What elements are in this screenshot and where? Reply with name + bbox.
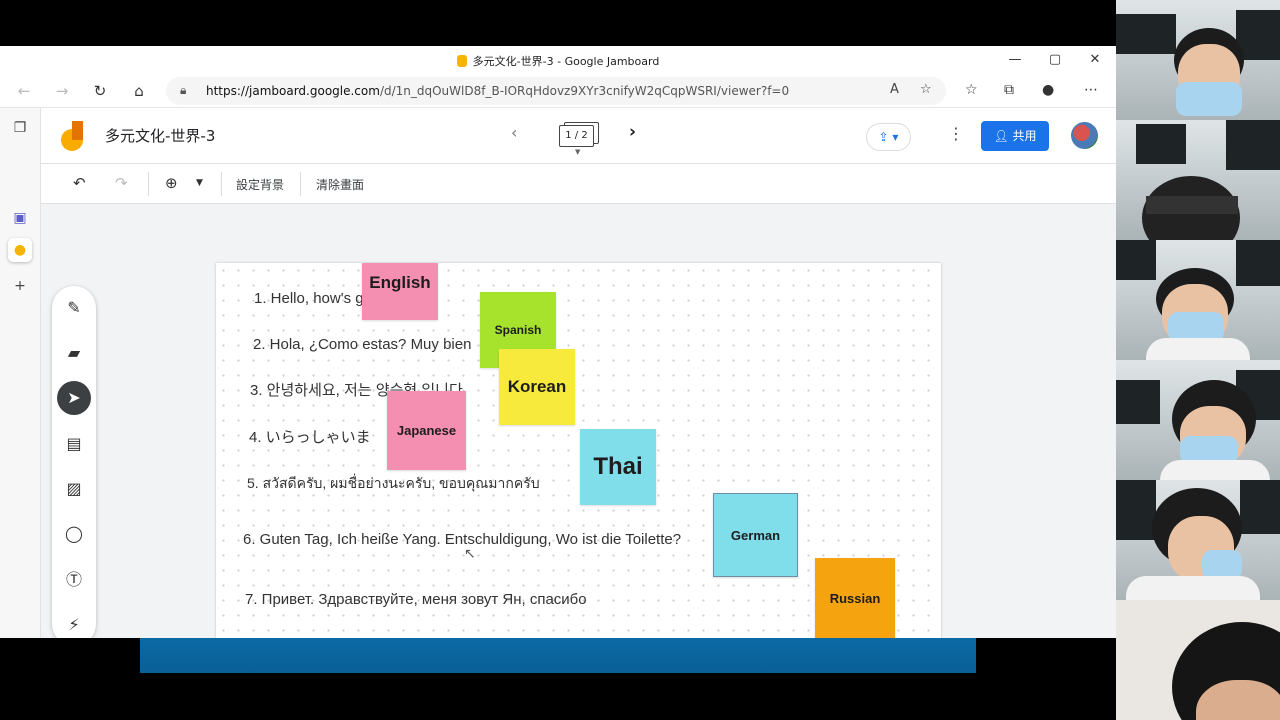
laser-icon[interactable]: ⚡︎ xyxy=(57,608,91,638)
pen-icon[interactable]: ✎ xyxy=(57,291,91,325)
frame-bar-button[interactable]: 1 / 2 ▼ xyxy=(559,122,599,156)
chevron-down-icon: ▼ xyxy=(575,148,581,156)
favorites-icon[interactable]: ☆ xyxy=(965,82,978,98)
jamboard-header: 多元文化-世界-3 ‹ 1 / 2 ▼ › ⇪ ▾ ⋮ 👤︎ 共用 xyxy=(41,108,1116,164)
close-window-button[interactable]: ✕ xyxy=(1080,50,1110,70)
clear-frame-button[interactable]: 清除畫面 xyxy=(316,176,364,193)
participant-video-3 xyxy=(1116,240,1280,360)
zoom-in-icon[interactable]: ⊕ xyxy=(165,174,178,192)
address-bar: ← → ↻ ⌂ 🔒︎ https://jamboard.google.com/d… xyxy=(0,74,1116,108)
toolbar-divider xyxy=(221,172,222,196)
add-app-icon[interactable]: + xyxy=(8,274,32,298)
next-frame-icon[interactable]: › xyxy=(629,122,636,142)
back-icon[interactable]: ← xyxy=(12,80,36,102)
teams-icon[interactable]: ▣ xyxy=(8,206,32,230)
tab-actions-icon[interactable]: ❐ xyxy=(8,116,32,140)
participant-video-self xyxy=(1116,600,1280,720)
minimize-button[interactable]: — xyxy=(1000,50,1030,70)
page-indicator: 1 / 2 xyxy=(559,125,594,147)
more-options-icon[interactable]: ⋮ xyxy=(948,124,964,143)
refresh-icon[interactable]: ↻ xyxy=(88,80,112,102)
cast-icon: ⇪ ▾ xyxy=(878,130,899,144)
jamboard-logo-icon[interactable] xyxy=(61,121,85,151)
forward-icon[interactable]: → xyxy=(50,80,74,102)
eraser-icon[interactable]: ▰ xyxy=(57,336,91,370)
undo-icon[interactable]: ↶ xyxy=(73,174,86,192)
text-box-icon[interactable]: Ⓣ xyxy=(57,563,91,597)
sticky-note-icon[interactable]: ▤ xyxy=(57,427,91,461)
url-input[interactable]: 🔒︎ https://jamboard.google.com/d/1n_dqOu… xyxy=(166,77,946,105)
jamboard-app-icon[interactable]: ● xyxy=(8,238,32,262)
cast-button[interactable]: ⇪ ▾ xyxy=(866,123,911,151)
avatar[interactable] xyxy=(1071,122,1098,149)
url-text: https://jamboard.google.com/d/1n_dqOuWlD… xyxy=(206,84,790,98)
tool-palette: ✎ ▰ ➤ ▤ ▨ ◯ Ⓣ ⚡︎ xyxy=(52,286,96,638)
previous-frame-icon[interactable]: ‹ xyxy=(511,123,517,142)
toolbar-divider xyxy=(148,172,149,196)
maximize-button[interactable]: ▢ xyxy=(1040,50,1070,70)
participant-video-5 xyxy=(1116,480,1280,600)
redo-icon[interactable]: ↷ xyxy=(115,174,128,192)
sentence-japanese: 4. いらっしゃいま xyxy=(249,429,371,446)
person-icon: 👤︎ xyxy=(993,129,1013,143)
home-icon[interactable]: ⌂ xyxy=(127,80,151,102)
more-menu-icon[interactable]: ⋯ xyxy=(1084,82,1098,98)
jam-canvas[interactable]: 1. Hello, how's going on? 2. Hola, ¿Como… xyxy=(216,263,941,638)
set-background-button[interactable]: 設定背景 xyxy=(236,176,284,193)
sentence-spanish: 2. Hola, ¿Como estas? Muy bien xyxy=(253,336,472,353)
pointer-icon[interactable]: ➤ xyxy=(57,381,91,415)
zoom-dropdown-icon[interactable]: ▼ xyxy=(196,178,203,188)
collections-icon[interactable]: ⧉ xyxy=(1004,82,1014,98)
jam-toolbar: ↶ ↷ ⊕ ▼ 設定背景 清除畫面 xyxy=(41,164,1116,204)
lock-icon: 🔒︎ xyxy=(180,83,187,97)
jam-title[interactable]: 多元文化-世界-3 xyxy=(105,125,215,146)
sticky-note-russian[interactable]: Russian xyxy=(815,558,895,638)
sentence-german: 6. Guten Tag, Ich heiße Yang. Entschuldi… xyxy=(243,531,682,548)
jamboard-app: 多元文化-世界-3 ‹ 1 / 2 ▼ › ⇪ ▾ ⋮ 👤︎ 共用 ↶ ↷ ⊕ … xyxy=(41,108,1116,638)
sentence-thai: 5. สวัสดีครับ, ผมชื่อย่างนะครับ, ขอบคุณม… xyxy=(247,475,540,491)
edge-sidebar: ❐ ▣ ● + xyxy=(0,108,41,638)
toolbar-divider xyxy=(300,172,301,196)
sticky-note-japanese[interactable]: Japanese xyxy=(387,391,466,470)
sticky-note-english[interactable]: English xyxy=(362,263,438,320)
sticky-note-german[interactable]: German xyxy=(713,493,798,577)
sticky-note-thai[interactable]: Thai xyxy=(580,429,656,505)
share-button[interactable]: 👤︎ 共用 xyxy=(981,121,1049,151)
jamboard-favicon-icon xyxy=(456,55,467,67)
browser-window: 多元文化-世界-3 - Google Jamboard — ▢ ✕ ← → ↻ … xyxy=(0,46,1116,638)
read-aloud-icon[interactable]: A xyxy=(890,82,899,97)
window-title: 多元文化-世界-3 - Google Jamboard xyxy=(0,53,1116,69)
title-bar: 多元文化-世界-3 - Google Jamboard — ▢ ✕ xyxy=(0,46,1116,74)
participant-video-1 xyxy=(1116,0,1280,120)
image-icon[interactable]: ▨ xyxy=(57,472,91,506)
sticky-note-korean[interactable]: Korean xyxy=(499,349,575,425)
mouse-cursor-icon: ↖ xyxy=(464,546,476,562)
teams-share-bar xyxy=(140,638,976,673)
sentence-russian: 7. Привет. Здравствуйте, меня зовут Ян, … xyxy=(245,591,587,608)
circle-icon[interactable]: ◯ xyxy=(57,517,91,551)
participant-video-2 xyxy=(1116,120,1280,240)
participant-video-4 xyxy=(1116,360,1280,480)
profile-icon[interactable]: ● xyxy=(1042,82,1054,98)
screen: 多元文化-世界-3 - Google Jamboard — ▢ ✕ ← → ↻ … xyxy=(0,0,1280,720)
favorite-icon[interactable]: ☆ xyxy=(920,82,932,97)
